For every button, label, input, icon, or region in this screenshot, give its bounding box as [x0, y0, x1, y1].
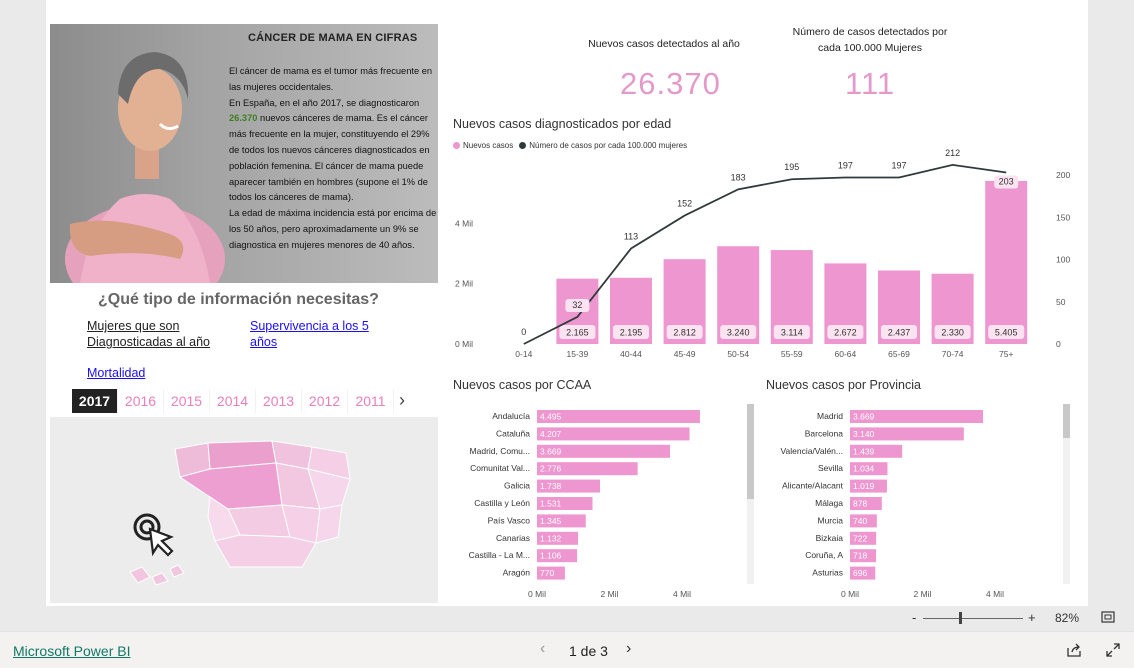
link-mortality[interactable]: Mortalidad	[87, 365, 207, 381]
link-survival[interactable]: Supervivencia a los 5 años	[250, 318, 390, 350]
question-title: ¿Qué tipo de información necesitas?	[98, 291, 379, 308]
hero-paragraph-2: En España, en el año 2017, se diagnostic…	[229, 97, 430, 203]
year-slicer: 2017 2016 2015 2014 2013 2012 2011 ›	[72, 389, 410, 413]
fullscreen-icon[interactable]	[1106, 643, 1120, 657]
hero-panel: CÁNCER DE MAMA EN CIFRAS El cáncer de ma…	[50, 24, 438, 283]
year-2012[interactable]: 2012	[302, 389, 348, 413]
power-bi-link[interactable]: Microsoft Power BI	[13, 643, 130, 659]
ccaa-chart-title: Nuevos casos por CCAA	[453, 378, 592, 392]
ccaa-scrollbar[interactable]	[747, 404, 754, 584]
kpi-new-cases-value: 26.370	[620, 66, 721, 101]
year-2011[interactable]: 2011	[348, 389, 394, 413]
hero-paragraph-1: El cáncer de mama es el tumor más frecue…	[229, 66, 433, 92]
chevron-right-icon[interactable]: ›	[394, 389, 410, 413]
footer-bar: Microsoft Power BI ‹ 1 de 3 ›	[0, 631, 1134, 668]
age-chart-legend: Nuevos casos Número de casos por cada 10…	[453, 141, 687, 150]
hero-highlight-number: 26.370	[229, 113, 258, 124]
year-2017[interactable]: 2017	[72, 389, 118, 413]
share-icon[interactable]	[1067, 643, 1082, 657]
kpi-rate-label: Número de casos detectados por cada 100.…	[792, 26, 948, 54]
provincia-scrollbar[interactable]	[1063, 404, 1070, 584]
zoom-level: 82%	[1055, 611, 1080, 625]
year-2015[interactable]: 2015	[164, 389, 210, 413]
kpi-rate-value: 111	[845, 66, 896, 101]
chevron-left-icon[interactable]: ‹	[540, 640, 545, 658]
zoom-in-button[interactable]: +	[1028, 610, 1036, 625]
page-indicator: 1 de 3	[569, 643, 608, 659]
age-chart-title: Nuevos casos diagnosticados por edad	[453, 117, 672, 131]
kpi-new-cases-label: Nuevos casos detectados al año	[588, 38, 740, 50]
spain-map-shapes	[129, 440, 351, 586]
status-bar: - + 82%	[0, 606, 1134, 631]
year-2014[interactable]: 2014	[210, 389, 256, 413]
legend-item-line: Número de casos por cada 100.000 mujeres	[519, 141, 687, 150]
provincia-chart-title: Nuevos casos por Provincia	[766, 378, 921, 392]
link-diagnosed[interactable]: Mujeres que son Diagnosticadas al año	[87, 318, 227, 350]
hero-title: CÁNCER DE MAMA EN CIFRAS	[248, 32, 418, 44]
zoom-out-button[interactable]: -	[912, 610, 916, 625]
zoom-slider[interactable]	[923, 618, 1023, 619]
zoom-slider-thumb[interactable]	[959, 612, 962, 624]
year-2016[interactable]: 2016	[118, 389, 164, 413]
hero-paragraph-3: La edad de máxima incidencia está por en…	[229, 208, 437, 250]
year-2013[interactable]: 2013	[256, 389, 302, 413]
chevron-right-page-icon[interactable]: ›	[626, 640, 631, 658]
legend-item-bars: Nuevos casos	[453, 141, 513, 150]
spain-map[interactable]	[50, 417, 438, 603]
hero-description: El cáncer de mama es el tumor más frecue…	[229, 64, 438, 254]
fit-to-page-icon[interactable]	[1101, 611, 1115, 623]
woman-photo	[65, 52, 225, 283]
